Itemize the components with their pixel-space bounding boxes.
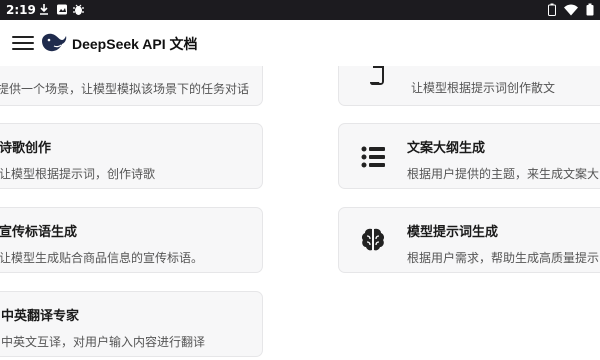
download-icon (38, 3, 50, 19)
status-time: 2:19 (6, 3, 36, 17)
battery-icon (548, 3, 556, 19)
template-card-poetry[interactable]: 诗歌创作 让模型根据提示词，创作诗歌 (0, 123, 263, 189)
card-desc: 提供一个场景，让模型模拟该场景下的任务对话 (0, 82, 250, 96)
deepseek-whale-logo (40, 31, 68, 53)
template-card-outline[interactable]: 文案大纲生成 根据用户提供的主题，来生成文案大 (338, 123, 600, 189)
card-title: 文案大纲生成 (407, 141, 486, 156)
card-desc: 让模型根据提示词，创作诗歌 (0, 167, 156, 181)
card-title: 诗歌创作 (0, 141, 52, 156)
template-card-scenario[interactable]: 提供一个场景，让模型模拟该场景下的任务对话 (0, 66, 263, 106)
list-icon (361, 146, 385, 172)
status-right-icons (548, 3, 594, 19)
card-desc: 让模型根据提示词创作散文 (411, 81, 556, 95)
card-title: 宣传标语生成 (0, 225, 78, 240)
content-area: 提供一个场景，让模型模拟该场景下的任务对话 让模型根据提示词创作散文 诗歌创作 … (0, 66, 600, 360)
app-bar: DeepSeek API 文档 (0, 20, 600, 66)
card-title: 中英翻译专家 (1, 309, 80, 324)
hamburger-menu-icon[interactable] (12, 33, 34, 53)
card-desc: 中英文互译，对用户输入内容进行翻译 (1, 335, 206, 349)
template-card-prose[interactable]: 让模型根据提示词创作散文 (338, 66, 600, 106)
status-bar: 2:19 (0, 0, 600, 20)
template-card-prompt[interactable]: 模型提示词生成 根据用户需求，帮助生成高质量提示 (338, 207, 600, 273)
brain-icon (361, 227, 385, 257)
template-card-slogan[interactable]: 宣传标语生成 让模型生成贴合商品信息的宣传标语。 (0, 207, 263, 273)
battery-full-icon (586, 3, 594, 19)
card-desc: 让模型生成贴合商品信息的宣传标语。 (0, 251, 204, 265)
card-desc: 根据用户提供的主题，来生成文案大 (407, 167, 600, 181)
image-icon (56, 3, 68, 19)
bug-icon (72, 3, 85, 19)
app-title: DeepSeek API 文档 (72, 36, 198, 52)
wifi-icon (564, 4, 578, 19)
scroll-icon (369, 66, 387, 91)
template-card-translation[interactable]: 中英翻译专家 中英文互译，对用户输入内容进行翻译 (0, 291, 263, 357)
card-title: 模型提示词生成 (407, 225, 499, 240)
card-desc: 根据用户需求，帮助生成高质量提示 (407, 251, 600, 265)
